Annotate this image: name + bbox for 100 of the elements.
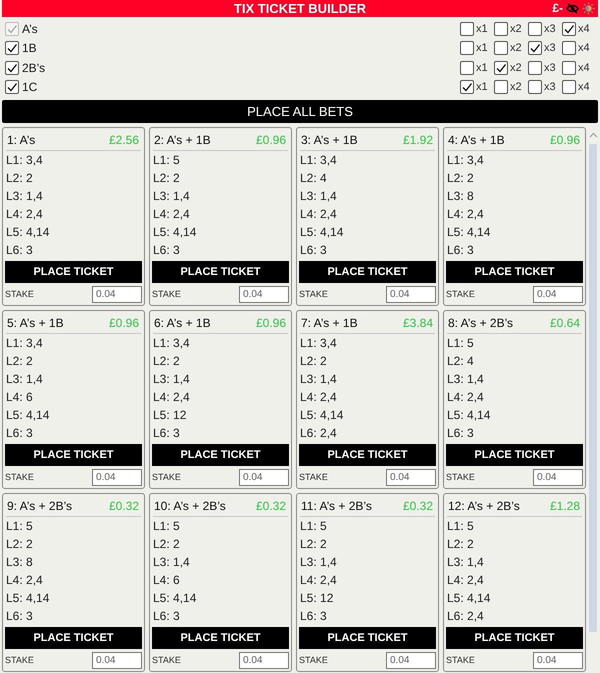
leg-line: L4: 2,4 bbox=[299, 206, 338, 223]
ticket-title: 2: A’s + 1B bbox=[154, 133, 211, 147]
leg-line: L4: 6 bbox=[152, 572, 181, 589]
place-ticket-button[interactable]: PLACE TICKET bbox=[299, 444, 436, 466]
leg-line: L1: 5 bbox=[446, 518, 475, 535]
multiplier-label: x1 bbox=[476, 81, 488, 94]
leg-line: L6: 3 bbox=[5, 242, 34, 259]
leg-line: L3: 1,4 bbox=[152, 554, 191, 571]
checkbox[interactable] bbox=[5, 80, 19, 94]
ticket-title: 12: A’s + 2B’s bbox=[448, 499, 520, 513]
checkbox[interactable] bbox=[562, 60, 576, 75]
place-ticket-button[interactable]: PLACE TICKET bbox=[5, 261, 142, 283]
leg-line: L3: 1,4 bbox=[446, 371, 485, 388]
leg-line: L2: 2 bbox=[446, 170, 475, 187]
stake-label: STAKE bbox=[299, 472, 328, 482]
multiplier-label: x2 bbox=[510, 42, 522, 54]
leg-line: L4: 2,4 bbox=[152, 389, 191, 406]
leg-line: L6: 3 bbox=[152, 242, 181, 259]
checkbox[interactable] bbox=[528, 41, 542, 56]
place-ticket-button[interactable]: PLACE TICKET bbox=[446, 627, 583, 649]
leg-line: L6: 3 bbox=[152, 608, 181, 625]
place-ticket-button[interactable]: PLACE TICKET bbox=[446, 261, 583, 283]
ticket-title: 6: A’s + 1B bbox=[154, 316, 211, 330]
checkbox[interactable] bbox=[562, 80, 576, 94]
multiplier-label: x2 bbox=[510, 81, 522, 94]
checkbox[interactable] bbox=[494, 80, 508, 94]
leg-line: L5: 4,14 bbox=[446, 224, 492, 241]
leg-line: L1: 3,4 bbox=[152, 335, 191, 352]
leg-line: L6: 3 bbox=[152, 425, 181, 442]
place-ticket-button[interactable]: PLACE TICKET bbox=[152, 261, 289, 283]
checkbox[interactable] bbox=[5, 41, 19, 56]
place-ticket-button[interactable]: PLACE TICKET bbox=[299, 261, 436, 283]
stake-input[interactable]: 0.04 bbox=[386, 468, 436, 486]
leg-line: L5: 12 bbox=[152, 407, 188, 424]
leg-line: L4: 2,4 bbox=[5, 206, 44, 223]
scrollbar-thumb[interactable] bbox=[589, 144, 597, 632]
leg-line: L1: 3,4 bbox=[446, 152, 485, 169]
checkbox[interactable] bbox=[494, 60, 508, 75]
stake-input[interactable]: 0.04 bbox=[386, 652, 436, 668]
stake-input[interactable]: 0.04 bbox=[533, 468, 583, 486]
leg-line: L1: 3,4 bbox=[299, 152, 338, 169]
stake-input[interactable]: 0.04 bbox=[92, 468, 142, 486]
eye-slash-icon[interactable] bbox=[566, 3, 579, 14]
stake-label: STAKE bbox=[5, 655, 34, 665]
leg-line: L6: 3 bbox=[5, 425, 34, 442]
checkbox[interactable] bbox=[460, 41, 474, 56]
leg-label: A’s bbox=[22, 22, 38, 36]
place-ticket-button[interactable]: PLACE TICKET bbox=[5, 444, 142, 466]
leg-line: L2: 4 bbox=[446, 353, 475, 370]
ticket-price: £0.96 bbox=[550, 133, 580, 147]
multiplier-label: x3 bbox=[544, 42, 556, 54]
leg-line: L2: 2 bbox=[5, 353, 34, 370]
ticket-title: 1: A’s bbox=[7, 133, 36, 147]
leg-line: L6: 2,4 bbox=[446, 608, 485, 625]
leg-line: L2: 2 bbox=[152, 536, 181, 553]
multiplier-label: x3 bbox=[544, 22, 556, 35]
stake-input[interactable]: 0.04 bbox=[92, 652, 142, 668]
checkbox[interactable] bbox=[528, 80, 542, 94]
leg-line: L4: 2,4 bbox=[5, 572, 44, 589]
multiplier-label: x4 bbox=[578, 62, 590, 74]
stake-label: STAKE bbox=[152, 472, 181, 482]
ticket-title: 3: A’s + 1B bbox=[301, 133, 358, 147]
place-ticket-button[interactable]: PLACE TICKET bbox=[152, 627, 289, 649]
stake-input[interactable]: 0.04 bbox=[92, 286, 142, 302]
checkbox[interactable] bbox=[5, 60, 19, 75]
stake-label: STAKE bbox=[446, 472, 475, 482]
leg-line: L2: 2 bbox=[5, 536, 34, 553]
checkbox[interactable] bbox=[460, 60, 474, 75]
leg-line: L1: 5 bbox=[299, 518, 328, 535]
multiplier-label: x1 bbox=[476, 22, 488, 35]
stake-input[interactable]: 0.04 bbox=[239, 286, 289, 302]
stake-input[interactable]: 0.04 bbox=[533, 286, 583, 302]
place-all-bets-button[interactable]: PLACE ALL BETS bbox=[2, 100, 598, 123]
stake-input[interactable]: 0.04 bbox=[239, 652, 289, 668]
multiplier-label: x2 bbox=[510, 22, 522, 35]
ticket-title: 10: A’s + 2B’s bbox=[154, 499, 226, 513]
stake-input[interactable]: 0.04 bbox=[386, 286, 436, 302]
stake-label: STAKE bbox=[152, 655, 181, 665]
ticket-price: £0.96 bbox=[256, 133, 286, 147]
leg-line: L6: 3 bbox=[446, 242, 475, 259]
stake-input[interactable]: 0.04 bbox=[533, 652, 583, 668]
place-ticket-button[interactable]: PLACE TICKET bbox=[446, 444, 583, 466]
checkbox[interactable] bbox=[562, 41, 576, 56]
checkbox[interactable] bbox=[528, 60, 542, 75]
ticket-title: 9: A’s + 2B’s bbox=[7, 499, 72, 513]
ticket-price: £0.96 bbox=[256, 316, 286, 330]
leg-line: L2: 2 bbox=[446, 536, 475, 553]
place-ticket-button[interactable]: PLACE TICKET bbox=[299, 627, 436, 649]
ticket-price: £2.56 bbox=[108, 133, 139, 147]
checkbox[interactable] bbox=[494, 41, 508, 56]
checkbox[interactable] bbox=[460, 80, 474, 94]
stake-label: STAKE bbox=[446, 655, 475, 665]
leg-line: L5: 12 bbox=[299, 590, 334, 607]
leg-line: L3: 1,4 bbox=[152, 371, 191, 388]
stake-input[interactable]: 0.04 bbox=[239, 468, 289, 486]
leg-line: L3: 1,4 bbox=[299, 371, 338, 388]
place-ticket-button[interactable]: PLACE TICKET bbox=[5, 627, 142, 649]
leg-line: L1: 5 bbox=[152, 152, 181, 169]
leg-line: L5: 4,14 bbox=[5, 407, 50, 424]
place-ticket-button[interactable]: PLACE TICKET bbox=[152, 444, 289, 466]
